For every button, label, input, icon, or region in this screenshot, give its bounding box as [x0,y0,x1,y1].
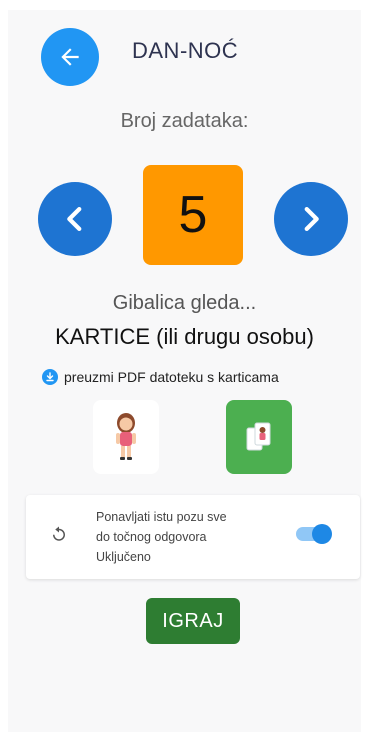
download-icon [42,369,58,385]
play-button[interactable]: IGRAJ [146,598,240,644]
repeat-pose-line1: Ponavljati istu pozu sve [96,510,227,524]
repeat-pose-line2: do točnog odgovora [96,530,207,544]
looks-at-label: Gibalica gleda... [112,292,257,314]
download-pdf-text: preuzmi PDF datoteku s karticama [64,369,279,385]
looks-at-selection: KARTICE (ili drugu osobu) [55,324,314,349]
mode-cards-option[interactable] [226,400,292,474]
chevron-right-icon [304,206,319,232]
repeat-pose-setting[interactable]: Ponavljati istu pozu sve do točnog odgov… [26,495,360,579]
chevron-left-icon [67,206,82,232]
repeat-icon [53,526,65,541]
arrow-left-icon [61,48,79,66]
task-count-value: 5 [143,165,243,265]
increase-count-button[interactable] [274,182,348,256]
screen: DAN-NOĆ Broj zadataka: 5 Gibalica gleda.… [8,10,361,732]
repeat-pose-status: Uključeno [96,550,151,564]
mode-person-option[interactable] [93,400,159,474]
task-count-label: Broj zadataka: [120,110,249,132]
back-button[interactable] [41,28,99,86]
girl-icon [116,413,136,460]
cards-icon [246,422,271,451]
download-pdf-link[interactable]: preuzmi PDF datoteku s karticama [42,369,279,385]
repeat-pose-toggle-knob[interactable] [312,524,332,544]
decrease-count-button[interactable] [38,182,112,256]
repeat-pose-text: Ponavljati istu pozu sve do točnog odgov… [96,507,286,567]
page-title: DAN-NOĆ [132,38,239,63]
